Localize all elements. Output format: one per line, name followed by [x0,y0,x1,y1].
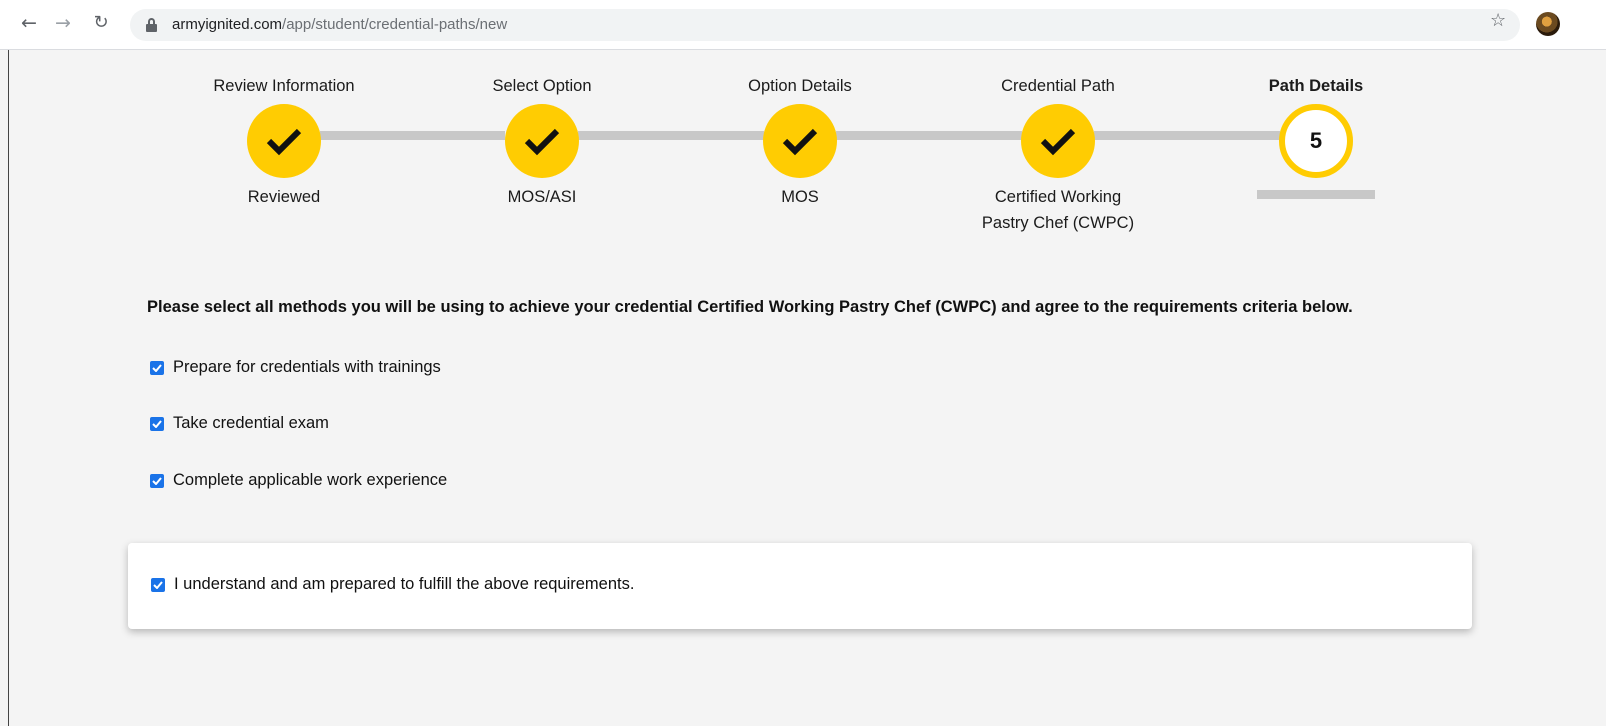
method-work-experience-checkbox[interactable] [150,473,164,488]
method-trainings-checkbox[interactable] [150,360,164,375]
checkmark-icon [1040,128,1076,156]
agreement-checkbox[interactable] [151,577,165,592]
step-title: Path Details [1268,77,1364,95]
method-exam-checkbox[interactable] [150,416,164,431]
checkmark-icon [524,128,560,156]
step-subtitle: MOS/ASI [507,188,577,206]
profile-avatar[interactable] [1536,12,1560,36]
step-number: 5 [1309,128,1323,153]
method-work-experience-label[interactable]: Complete applicable work experience [173,471,447,490]
agreement-row[interactable]: I understand and am prepared to fulfill … [151,575,634,594]
step-complete-circle [247,104,321,178]
url-host: armyignited.com [172,16,283,33]
step-subtitle: Certified Working Pastry Chef (CWPC) [958,184,1158,236]
agreement-card: I understand and am prepared to fulfill … [128,543,1472,629]
checkmark-icon [153,580,163,589]
step-select-option: Select Option MOS/ASI [442,74,642,210]
arrow-left-icon[interactable]: ← [18,12,40,34]
step-title: Credential Path [1001,77,1115,95]
step-path-details: Path Details 5 [1216,74,1416,199]
url-path: /app/student/credential-paths/new [282,16,508,33]
checkmark-icon [266,128,302,156]
browser-toolbar: ← → ↻ armyignited.com/app/student/creden… [0,0,1606,50]
method-work-experience-row[interactable]: Complete applicable work experience [150,471,447,490]
step-placeholder-bar [1257,190,1375,199]
step-current-circle: 5 [1279,104,1353,178]
star-icon[interactable]: ☆ [1490,12,1506,30]
step-complete-circle [1021,104,1095,178]
address-bar[interactable]: armyignited.com/app/student/credential-p… [130,9,1520,41]
instructions-text: Please select all methods you will be us… [147,298,1353,316]
method-exam-label[interactable]: Take credential exam [173,414,329,433]
step-option-details: Option Details MOS [700,74,900,210]
step-title: Option Details [748,77,852,95]
reload-icon[interactable]: ↻ [90,12,112,34]
step-review-information: Review Information Reviewed [184,74,384,210]
lock-icon [146,18,157,32]
checkmark-icon [152,363,162,372]
method-trainings-row[interactable]: Prepare for credentials with trainings [150,358,441,377]
window-border [8,50,9,726]
checkmark-icon [782,128,818,156]
step-subtitle-line: Pastry Chef (CWPC) [981,214,1135,232]
step-complete-circle [505,104,579,178]
step-title: Review Information [213,77,355,95]
arrow-right-icon[interactable]: → [52,12,74,34]
method-trainings-label[interactable]: Prepare for credentials with trainings [173,358,441,377]
url-text[interactable]: armyignited.com/app/student/credential-p… [172,16,507,33]
agreement-label[interactable]: I understand and am prepared to fulfill … [174,575,634,594]
step-subtitle-line: Certified Working [994,188,1122,206]
step-subtitle: MOS [781,188,819,206]
step-title: Select Option [492,77,592,95]
step-subtitle: Reviewed [247,188,321,206]
method-exam-row[interactable]: Take credential exam [150,414,329,433]
checkmark-icon [152,476,162,485]
step-credential-path: Credential Path Certified Working Pastry… [958,74,1158,236]
step-complete-circle [763,104,837,178]
checkmark-icon [152,419,162,428]
